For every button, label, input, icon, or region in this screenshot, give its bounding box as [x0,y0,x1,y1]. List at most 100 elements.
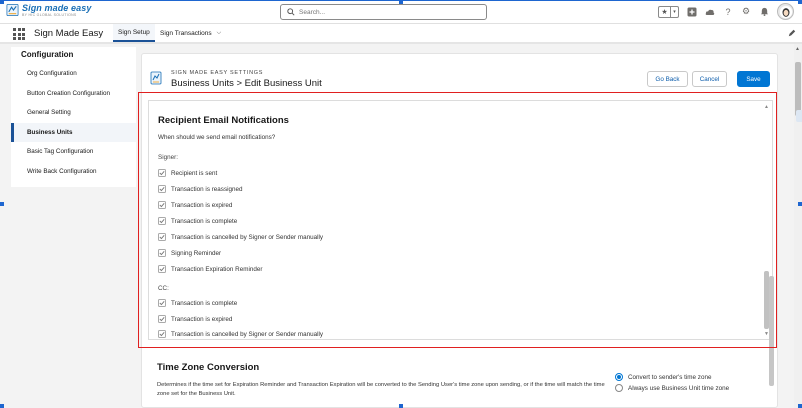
pencil-icon[interactable] [788,29,796,37]
checkbox[interactable] [158,299,166,307]
checkmark-icon [159,219,165,224]
checkbox[interactable] [158,217,166,225]
configuration-sidebar: Configuration Org Configuration Button C… [11,47,136,187]
sidebar-item-basic-tag-configuration[interactable]: Basic Tag Configuration [11,142,136,162]
page-title: Business Units > Edit Business Unit [171,78,322,89]
tab-sign-setup[interactable]: Sign Setup [113,24,155,42]
app-navigation-bar: Sign Made Easy Sign Setup Sign Transacti… [0,24,802,44]
search-input[interactable] [299,8,469,16]
gear-icon[interactable]: ⚙ [741,6,751,17]
signer-option-recipient-sent[interactable]: Recipient is sent [158,169,217,177]
sidebar-item-label: General Setting [27,109,71,117]
main-scroll-thumb[interactable] [769,276,774,386]
checkbox-label: Transaction is expired [171,315,233,323]
save-button[interactable]: Save [737,71,770,87]
page-scrollbar[interactable]: ▲ [794,44,802,408]
signer-option-expired[interactable]: Transaction is expired [158,201,232,209]
checkbox-label: Transaction is reassigned [171,185,243,193]
logo[interactable]: Sign made easy BY HIC GLOBAL SOLUTIONS [6,3,91,18]
checkmark-icon [159,251,165,256]
settings-page-icon [150,71,162,85]
app-launcher-icon[interactable] [13,28,25,40]
sidebar-item-business-units[interactable]: Business Units [11,122,136,142]
logo-title: Sign made easy [22,3,92,13]
bell-icon[interactable] [759,7,769,17]
cc-option-cancelled[interactable]: Transaction is cancelled by Signer or Se… [158,330,323,338]
selection-handle[interactable] [0,202,4,206]
selection-handle[interactable] [399,404,403,408]
checkbox-label: Transaction is cancelled by Signer or Se… [171,233,324,241]
checkbox-label: Transaction is complete [171,299,238,307]
chevron-down-icon[interactable]: ⌵ [217,30,222,37]
checkbox[interactable] [158,185,166,193]
checkmark-icon [159,171,165,176]
selection-handle[interactable] [399,0,403,4]
chevron-down-icon[interactable]: ▾ [670,6,678,17]
global-search[interactable] [280,4,487,20]
radio-label: Convert to sender's time zone [628,373,712,381]
scroll-up-icon[interactable]: ▲ [764,104,769,110]
side-panel-toggle[interactable] [796,110,802,122]
checkbox-label: Signing Reminder [171,249,222,257]
scroll-up-icon[interactable]: ▲ [795,46,800,52]
selection-handle[interactable] [798,202,802,206]
checkmark-icon [159,267,165,272]
checkmark-icon [159,203,165,208]
checkbox-label: Transaction is complete [171,217,238,225]
sidebar-item-label: Basic Tag Configuration [27,148,94,156]
section-description: When should we send email notifications? [158,134,276,141]
cc-group-label: CC: [158,285,169,292]
sidebar-item-general-setting[interactable]: General Setting [11,103,136,123]
selection-handle[interactable] [798,404,802,408]
avatar[interactable] [777,3,794,20]
logo-icon [6,4,19,16]
tab-sign-transactions[interactable]: Sign Transactions ⌵ [155,24,226,42]
radio-convert-sender-timezone[interactable]: Convert to sender's time zone [615,373,711,381]
cc-option-expired[interactable]: Transaction is expired [158,315,232,323]
selection-handle[interactable] [798,0,802,4]
selection-handle[interactable] [0,0,4,4]
checkbox[interactable] [158,169,166,177]
sidebar-item-org-configuration[interactable]: Org Configuration [11,64,136,84]
sidebar-title: Configuration [21,50,74,59]
plus-icon[interactable] [687,7,697,17]
signer-option-cancelled[interactable]: Transaction is cancelled by Signer or Se… [158,233,323,241]
star-icon[interactable]: ★ [659,7,670,17]
radio-button[interactable] [615,373,623,381]
signer-option-expiration-reminder[interactable]: Transaction Expiration Reminder [158,265,262,273]
checkbox-label: Transaction Expiration Reminder [171,265,263,273]
favorites-group[interactable]: ★ ▾ [658,5,679,18]
checkbox[interactable] [158,249,166,257]
checkbox[interactable] [158,330,166,338]
sidebar-item-button-creation-configuration[interactable]: Button Creation Configuration [11,84,136,104]
scroll-thumb[interactable] [795,62,801,116]
section-title: Recipient Email Notifications [158,115,289,126]
go-back-button[interactable]: Go Back [647,71,688,87]
cancel-button[interactable]: Cancel [692,71,727,87]
header-utility-icons: ★ ▾ ? ⚙ [658,3,794,20]
radio-label: Always use Business Unit time zone [628,384,730,392]
recipient-notifications-panel[interactable]: Recipient Email Notifications When shoul… [148,100,773,340]
radio-business-unit-timezone[interactable]: Always use Business Unit time zone [615,384,729,392]
checkbox[interactable] [158,265,166,273]
checkmark-icon [159,332,165,337]
selection-handle[interactable] [0,404,4,408]
radio-button[interactable] [615,384,623,392]
tab-label: Sign Transactions [160,29,212,37]
help-icon[interactable]: ? [723,7,733,17]
breadcrumb: SIGN MADE EASY SETTINGS [171,70,264,76]
checkbox[interactable] [158,315,166,323]
checkbox[interactable] [158,201,166,209]
search-icon [287,8,295,16]
sidebar-item-label: Write Back Configuration [27,167,97,175]
cc-option-complete[interactable]: Transaction is complete [158,299,237,307]
signer-option-reassigned[interactable]: Transaction is reassigned [158,185,243,193]
signer-option-complete[interactable]: Transaction is complete [158,217,237,225]
checkbox[interactable] [158,233,166,241]
app-name: Sign Made Easy [34,28,104,39]
signer-option-signing-reminder[interactable]: Signing Reminder [158,249,221,257]
checkmark-icon [159,301,165,306]
sidebar-item-write-back-configuration[interactable]: Write Back Configuration [11,162,136,182]
checkmark-icon [159,317,165,322]
cloud-icon[interactable] [705,7,715,17]
